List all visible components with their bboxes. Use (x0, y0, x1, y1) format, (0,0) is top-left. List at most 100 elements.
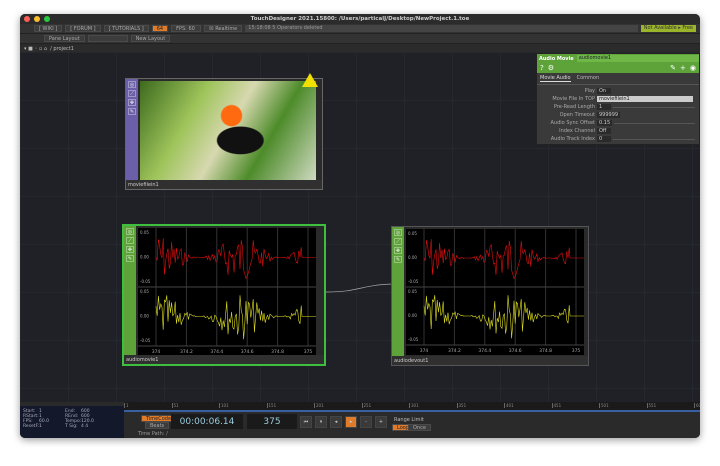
add-icon[interactable]: + (680, 64, 686, 72)
tutorials-button[interactable]: [ TUTORIALS ] (104, 25, 149, 32)
param-value[interactable]: On (597, 88, 611, 94)
fps-field[interactable]: FPS: 60 (171, 25, 201, 32)
ruler-tick: 151 (267, 403, 277, 408)
param-value[interactable]: 0 (597, 136, 611, 142)
x-tick-label: 374.6 (509, 348, 522, 354)
warning-icon[interactable] (302, 73, 318, 87)
lock-icon[interactable]: ✎ (128, 108, 136, 115)
help-icon[interactable]: ? (540, 64, 544, 72)
param-label: Open Timeout (537, 112, 595, 118)
time-setting[interactable]: 1 (39, 424, 63, 429)
viewer-icon[interactable]: ◎ (128, 81, 136, 88)
param-row: Audio Track Index0 (537, 135, 699, 143)
window-title: TouchDesigner 2021.15800: /Users/partica… (20, 16, 700, 22)
edit-icon[interactable]: ✎ (670, 64, 676, 72)
parameter-panel: Audio Movieaudiomovie1 ? ⚙ ✎ + ◉ Movie Audio… (536, 53, 700, 145)
movie-preview (140, 81, 316, 180)
param-value[interactable]: 1 (597, 104, 611, 110)
channel-1-waveform (156, 238, 316, 278)
network-path[interactable]: / project1 (50, 46, 74, 52)
once-button[interactable]: Once (408, 424, 431, 431)
param-row: Movie File In TOPmoviefilein1 (537, 95, 699, 103)
channel-2-waveform (424, 295, 584, 338)
node-label[interactable]: audiomovie1 (126, 357, 158, 363)
realtime-label: Realtime (215, 26, 237, 32)
param-label: Pre-Read Length (537, 104, 595, 110)
node-label[interactable]: moviefilein1 (128, 182, 159, 188)
op-type: Audio Movie (539, 56, 574, 62)
param-row: PlayOn (537, 87, 699, 95)
layout-presets[interactable] (88, 35, 128, 42)
audio-wire[interactable] (326, 284, 393, 292)
step-back-button[interactable]: ◂ (330, 416, 342, 428)
audiodevout1-node[interactable]: ◎⟋✥✎ 374374.2374.4374.6374.83750.050.00-… (391, 226, 589, 366)
tab-movie-audio[interactable]: Movie Audio (540, 75, 571, 82)
x-tick-label: 374 (420, 348, 429, 354)
timecode-display[interactable]: 00:00:06.14 (171, 414, 243, 429)
forum-button[interactable]: [ FORUM ] (65, 25, 100, 32)
rewind-button[interactable]: ⏮ (300, 416, 312, 428)
bits-button[interactable]: 64 (152, 25, 168, 32)
channel-2-waveform (156, 295, 316, 339)
bypass-icon[interactable]: ⟋ (128, 90, 136, 97)
param-row: Pre-Read Length1 (537, 103, 699, 111)
op-name-field[interactable]: audiomovie1 (577, 55, 699, 62)
audiomovie1-node[interactable]: ◎ ⟋ ✥ ✎ 374374.2374.4374.6374.83750.050.00-… (122, 224, 326, 366)
param-slider[interactable] (613, 139, 695, 140)
top-toolbar: [ WIKI ] [ FORUM ] [ TUTORIALS ] 64 FPS:… (20, 24, 700, 34)
param-value[interactable]: 999999 (597, 112, 620, 118)
timeline-ruler[interactable]: 151101151201251301351401451501551600 (124, 402, 700, 412)
y-tick-label: 0.00 (140, 255, 149, 260)
realtime-checkbox[interactable]: ☒ Realtime (204, 25, 242, 32)
bypass-icon[interactable]: ⟋ (126, 237, 134, 244)
param-value[interactable]: Off (597, 128, 611, 134)
param-value[interactable]: 0.15 (597, 120, 612, 126)
node-toolbar: ◎ ⟋ ✥ ✎ (126, 79, 138, 180)
license-button[interactable]: Not Available ▸ Free (641, 25, 696, 32)
timeline: Start:1End:600RStart:1REnd:600FPS:60.0Te… (20, 402, 700, 438)
step-decrement-button[interactable]: - (360, 416, 372, 428)
node-toolbar: ◎ ⟋ ✥ ✎ (124, 226, 136, 355)
audio-waveform-viewer: 374374.2374.4374.6374.83750.050.00-0.050… (138, 228, 316, 356)
y-tick-label: 0.05 (408, 289, 417, 294)
param-slider[interactable] (614, 123, 695, 124)
time-setting: ResetF: (23, 424, 37, 429)
lock-icon[interactable]: ✎ (126, 255, 134, 262)
new-layout-button[interactable]: New Layout (131, 35, 171, 42)
param-label: Audio Sync Offset (537, 120, 595, 126)
param-slider[interactable] (613, 107, 695, 108)
pause-button[interactable]: ⏸ (315, 416, 327, 428)
home-icon[interactable]: ▾ ■ ◦ ▫ ⌂ (24, 46, 47, 52)
ruler-tick: 251 (362, 403, 372, 408)
wiki-button[interactable]: [ WIKI ] (34, 25, 62, 32)
python-icon[interactable]: ⚙ (548, 64, 554, 72)
status-bar: 15:18:08 5 Operators deleted (245, 25, 637, 32)
y-tick-label: -0.05 (408, 337, 419, 342)
lock-icon[interactable]: ✎ (394, 256, 402, 263)
viewer-icon[interactable]: ◎ (394, 229, 402, 236)
moviefilein1-node[interactable]: ◎ ⟋ ✥ ✎ moviefilein1 (125, 78, 323, 190)
node-label[interactable]: audiodevout1 (394, 358, 428, 364)
viewer-icon[interactable]: ◎ (126, 228, 134, 235)
param-row: Open Timeout999999 (537, 111, 699, 119)
ruler-tick: 401 (504, 403, 514, 408)
param-value[interactable]: moviefilein1 (597, 96, 693, 102)
ruler-tick: 600 (694, 403, 700, 408)
pane-layout-button[interactable]: Pane Layout (44, 35, 85, 42)
tab-common[interactable]: Common (577, 75, 600, 82)
frame-display[interactable]: 375 (247, 414, 297, 429)
x-tick-label: 375 (572, 348, 581, 354)
bypass-icon[interactable]: ⟋ (394, 238, 402, 245)
beats-toggle[interactable]: Beats (145, 422, 169, 429)
clone-icon[interactable]: ✥ (128, 99, 136, 106)
step-increment-button[interactable]: + (375, 416, 387, 428)
play-button[interactable]: ▸ (345, 416, 357, 428)
clone-icon[interactable]: ✥ (394, 247, 402, 254)
settings-icon[interactable]: ◉ (690, 64, 696, 72)
time-setting[interactable]: 4 4 (81, 424, 105, 429)
audio-waveform-viewer: 374374.2374.4374.6374.83750.050.00-0.050… (406, 229, 584, 355)
param-label: Audio Track Index (537, 136, 595, 142)
param-label: Movie File In TOP (537, 96, 595, 102)
clone-icon[interactable]: ✥ (126, 246, 134, 253)
time-settings: Start:1End:600RStart:1REnd:600FPS:60.0Te… (20, 406, 124, 438)
